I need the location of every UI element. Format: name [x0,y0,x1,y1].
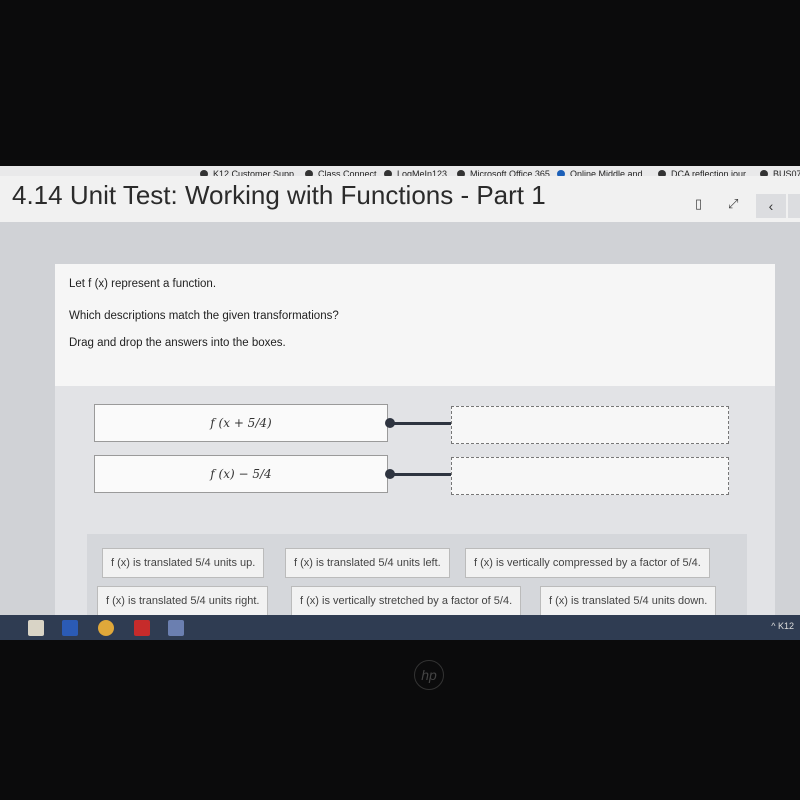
word-icon[interactable] [62,620,78,636]
chrome-icon[interactable] [98,620,114,636]
class-connect-icon[interactable] [168,620,184,636]
answer-tile[interactable]: f (x) is translated 5/4 units right. [97,586,269,616]
chevron-left-icon[interactable]: ‹ [756,194,786,218]
connector-line [389,422,451,425]
source-box-1: f (x + 5/4) [94,404,388,442]
answer-tile[interactable]: f (x) is vertically compressed by a fact… [465,548,710,578]
page-title: 4.14 Unit Test: Working with Functions -… [12,180,546,210]
source-box-2: f (x) − 5/4 [94,455,388,493]
drop-target-2[interactable] [451,457,729,495]
taskbar: ^ K12 [0,615,800,640]
question-line-3: Drag and drop the answers into the boxes… [69,337,286,349]
title-bar: 4.14 Unit Test: Working with Functions -… [0,176,800,222]
question-line-2: Which descriptions match the given trans… [69,310,339,322]
terms-of-use-icon[interactable] [28,620,44,636]
answer-tile[interactable]: f (x) is translated 5/4 units up. [102,548,265,578]
acrobat-icon[interactable] [134,620,150,636]
system-tray[interactable]: ^ K12 [771,621,794,631]
question-card: Let f (x) represent a function. Which de… [55,264,775,640]
answer-tile[interactable]: f (x) is vertically stretched by a facto… [291,586,522,616]
drag-drop-area: f (x + 5/4) f (x) − 5/4 f (x) is transla… [55,386,775,640]
drop-target-1[interactable] [451,406,729,444]
answer-tile[interactable]: f (x) is translated 5/4 units left. [285,548,450,578]
hp-logo: hp [414,660,444,690]
question-line-1: Let f (x) represent a function. [69,278,217,290]
answer-tile[interactable]: f (x) is translated 5/4 units down. [540,586,717,616]
bookmark-icon[interactable]: ▯ [695,196,702,212]
expand-icon[interactable]: ⤢ [728,196,738,212]
connector-line [389,473,451,476]
chevron-right-icon[interactable]: › [788,194,800,218]
screen: K12 Customer Supp... Class Connect LogMe… [0,166,800,640]
